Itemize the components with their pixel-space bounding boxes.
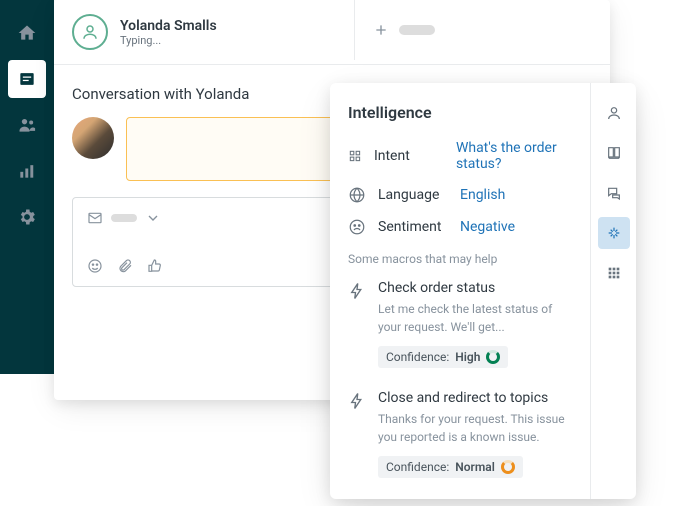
tickets-icon xyxy=(17,69,37,89)
conversation-header: Yolanda Smalls Typing... xyxy=(54,0,610,65)
macro-title: Check order status xyxy=(378,280,572,296)
sentiment-label: Sentiment xyxy=(378,219,448,235)
gear-icon xyxy=(17,207,37,227)
book-icon xyxy=(606,145,622,161)
intent-label: Intent xyxy=(374,148,444,164)
lightning-icon xyxy=(348,282,366,300)
attachment-icon[interactable] xyxy=(117,258,133,274)
confidence-value: High xyxy=(455,350,480,364)
intent-value[interactable]: What's the order status? xyxy=(456,140,572,172)
confidence-badge: Confidence: High xyxy=(378,346,508,368)
language-value[interactable]: English xyxy=(460,187,505,203)
intent-icon xyxy=(348,149,362,163)
confidence-ring-icon xyxy=(501,460,515,474)
sentiment-value[interactable]: Negative xyxy=(460,219,515,235)
tab-placeholder xyxy=(399,25,435,35)
confidence-value: Normal xyxy=(455,460,495,474)
main-sidebar xyxy=(0,0,54,374)
grid-icon xyxy=(606,265,622,281)
macro-title: Close and redirect to topics xyxy=(378,390,572,406)
user-avatar-outline[interactable] xyxy=(72,14,108,50)
customer-avatar[interactable] xyxy=(72,117,114,159)
analytics-icon xyxy=(17,161,37,181)
home-icon xyxy=(17,23,37,43)
lightning-icon xyxy=(348,392,366,410)
intelligence-sidebar xyxy=(590,83,636,499)
emoji-icon[interactable] xyxy=(87,258,103,274)
intelligence-content: Intelligence Intent What's the order sta… xyxy=(330,83,590,499)
panel-tab-user[interactable] xyxy=(598,97,630,129)
panel-tab-conversations[interactable] xyxy=(598,177,630,209)
language-row: Language English xyxy=(348,186,572,204)
intelligence-panel: Intelligence Intent What's the order sta… xyxy=(330,83,636,499)
intelligence-title: Intelligence xyxy=(348,103,572,122)
plus-icon xyxy=(373,22,389,38)
sparkle-icon xyxy=(606,225,622,241)
tab-bar xyxy=(354,0,435,60)
channel-placeholder xyxy=(111,214,137,222)
person-icon xyxy=(606,105,622,121)
chevron-down-icon xyxy=(145,210,161,226)
user-info: Yolanda Smalls Typing... xyxy=(120,18,217,47)
panel-tab-apps[interactable] xyxy=(598,257,630,289)
nav-settings[interactable] xyxy=(8,198,46,236)
sad-face-icon xyxy=(348,218,366,236)
macro-description: Thanks for your request. This issue you … xyxy=(378,410,572,446)
nav-tickets[interactable] xyxy=(8,60,46,98)
confidence-label: Confidence: xyxy=(386,460,449,474)
macro-item[interactable]: Check order status Let me check the late… xyxy=(348,280,572,368)
mail-icon xyxy=(87,210,103,226)
thumbs-up-icon[interactable] xyxy=(147,258,163,274)
user-name: Yolanda Smalls xyxy=(120,18,217,34)
panel-tab-intelligence[interactable] xyxy=(598,217,630,249)
person-icon xyxy=(81,23,99,41)
confidence-label: Confidence: xyxy=(386,350,449,364)
macro-description: Let me check the latest status of your r… xyxy=(378,300,572,336)
globe-icon xyxy=(348,186,366,204)
add-tab-button[interactable] xyxy=(373,22,389,38)
chat-icon xyxy=(606,185,622,201)
nav-analytics[interactable] xyxy=(8,152,46,190)
intent-row: Intent What's the order status? xyxy=(348,140,572,172)
macro-item[interactable]: Close and redirect to topics Thanks for … xyxy=(348,390,572,478)
language-label: Language xyxy=(378,187,448,203)
panel-tab-knowledge[interactable] xyxy=(598,137,630,169)
confidence-ring-icon xyxy=(486,350,500,364)
confidence-badge: Confidence: Normal xyxy=(378,456,523,478)
nav-customers[interactable] xyxy=(8,106,46,144)
sentiment-row: Sentiment Negative xyxy=(348,218,572,236)
nav-home[interactable] xyxy=(8,14,46,52)
customers-icon xyxy=(17,115,37,135)
typing-status: Typing... xyxy=(120,34,217,47)
macros-hint: Some macros that may help xyxy=(348,252,572,266)
